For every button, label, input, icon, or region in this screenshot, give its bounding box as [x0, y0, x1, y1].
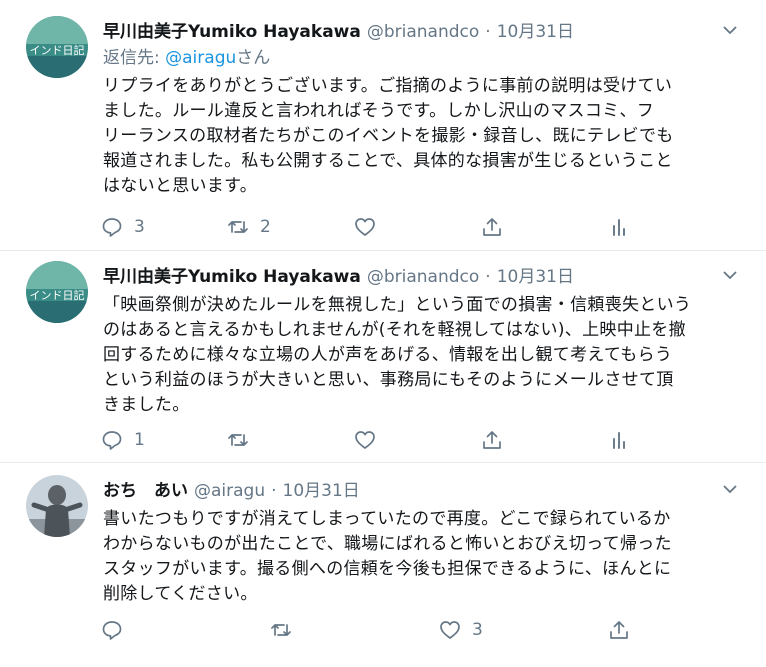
reply-count: 3: [134, 217, 145, 237]
tweet-text-line: 書いたつもりですが消えてしまっていたので再度。どこで録られているか: [103, 509, 671, 529]
svg-text:インド日記: インド日記: [30, 43, 85, 57]
tweet-actions: 1: [0, 429, 766, 451]
tweet-header: おち あい @airagu · 10月31日: [103, 479, 738, 503]
reply-button[interactable]: 1: [101, 429, 145, 451]
tweet-text-line: 報道されました。私も公開することで、具体的な損害が生じるということ: [103, 151, 673, 171]
tweet-text-line: という利益のほうが大きいと思い、事務局にもそのようにメールさせて頂: [103, 370, 674, 390]
like-button[interactable]: [354, 429, 387, 451]
tweet[interactable]: インド日記 早川由美子Yumiko Hayakawa @brianandco ·…: [0, 0, 766, 251]
author-name[interactable]: おち あい: [103, 479, 188, 503]
author-handle[interactable]: @airagu: [194, 479, 265, 503]
reply-to-link[interactable]: @airagu: [165, 48, 236, 68]
retweet-icon: [271, 624, 291, 636]
avatar[interactable]: [26, 475, 88, 537]
author-handle[interactable]: @brianandco: [367, 265, 479, 289]
retweet-count: 2: [260, 217, 271, 237]
retweet-icon: [228, 221, 248, 233]
tweet-header: 早川由美子Yumiko Hayakawa @brianandco · 10月31…: [103, 265, 738, 289]
tweet-text-line: スタッフがいます。撮る側への信頼を今後も担保できるように、ほんとに: [103, 559, 672, 579]
retweet-button[interactable]: 2: [227, 216, 271, 238]
analytics-button[interactable]: [608, 216, 630, 238]
reply-count: 1: [134, 430, 145, 450]
heart-icon: [355, 218, 375, 236]
separator-dot: ·: [485, 267, 491, 287]
retweet-button[interactable]: [227, 429, 260, 451]
tweet-actions: 3: [0, 619, 766, 641]
reply-suffix: さん: [236, 48, 271, 68]
separator-dot: ·: [485, 22, 491, 42]
chevron-down-icon[interactable]: [722, 481, 738, 497]
retweet-button[interactable]: [270, 619, 303, 641]
heart-icon: [440, 621, 460, 639]
tweet-text-line: リーランスの取材者たちがこのイベントを撮影・録音し、既にテレビでも: [103, 126, 674, 146]
reply-prefix: 返信先:: [103, 48, 166, 68]
reply-button[interactable]: 3: [101, 216, 145, 238]
reply-button[interactable]: [101, 619, 134, 641]
share-icon: [483, 218, 501, 236]
author-handle[interactable]: @brianandco: [367, 20, 479, 44]
tweet-text-line: リプライをありがとうございます。ご指摘のように事前の説明は受けてい: [103, 76, 673, 96]
analytics-button[interactable]: [608, 429, 630, 451]
tweet[interactable]: インド日記 早川由美子Yumiko Hayakawa @brianandco ·…: [0, 251, 766, 463]
heart-icon: [355, 431, 375, 449]
share-icon: [610, 621, 628, 639]
avatar[interactable]: インド日記: [26, 16, 88, 78]
tweet-text: 「映画祭側が決めたルールを無視した」という面での損害・信頼喪失という のはあると…: [103, 293, 738, 418]
reply-icon: [102, 431, 122, 450]
author-name[interactable]: 早川由美子Yumiko Hayakawa: [103, 20, 361, 44]
svg-text:インド日記: インド日記: [30, 288, 85, 302]
retweet-icon: [228, 434, 248, 446]
like-count: 3: [472, 620, 483, 640]
tweet-date[interactable]: 10月31日: [497, 20, 574, 44]
separator-dot: ·: [271, 481, 277, 501]
tweet-text: 書いたつもりですが消えてしまっていたので再度。どこで録られているか わからないも…: [103, 507, 738, 607]
tweet[interactable]: おち あい @airagu · 10月31日 書いたつもりですが消えてしまってい…: [0, 463, 766, 667]
tweet-text: リプライをありがとうございます。ご指摘のように事前の説明は受けてい ました。ルー…: [103, 74, 738, 199]
tweet-text-line: わからないものが出たことで、職場にばれると怖いとおびえ切って帰った: [103, 534, 672, 554]
tweet-date[interactable]: 10月31日: [497, 265, 574, 289]
like-button[interactable]: [354, 216, 387, 238]
tweet-header: 早川由美子Yumiko Hayakawa @brianandco · 10月31…: [103, 20, 738, 44]
share-icon: [483, 431, 501, 449]
tweet-text-line: はないと思います。: [103, 176, 257, 196]
tweet-date[interactable]: 10月31日: [283, 479, 360, 503]
analytics-icon: [613, 432, 625, 449]
tweet-text-line: のはあると言えるかもしれませんが(それを軽視してはない)、上映中止を撤: [103, 320, 686, 340]
avatar[interactable]: インド日記: [26, 261, 88, 323]
tweet-actions: 3 2: [0, 216, 766, 238]
author-name[interactable]: 早川由美子Yumiko Hayakawa: [103, 265, 361, 289]
chevron-down-icon[interactable]: [722, 267, 738, 283]
tweet-text-line: ました。ルール違反と言われればそうです。しかし沢山のマスコミ、フ: [103, 101, 655, 121]
tweet-text-line: きました。: [103, 395, 190, 415]
like-button[interactable]: 3: [439, 619, 483, 641]
chevron-down-icon[interactable]: [722, 22, 738, 38]
tweet-text-line: 削除してください。: [103, 584, 258, 604]
share-button[interactable]: [481, 429, 503, 451]
reply-to-line: 返信先: @airaguさん: [103, 46, 738, 70]
tweet-text-line: 回するために様々な立場の人が声をあげる、情報を出し観て考えてもらう: [103, 345, 673, 365]
tweet-text-line: 「映画祭側が決めたルールを無視した」という面での損害・信頼喪失という: [103, 295, 692, 315]
share-button[interactable]: [481, 216, 503, 238]
share-button[interactable]: [608, 619, 630, 641]
analytics-icon: [613, 219, 625, 236]
reply-icon: [102, 621, 122, 640]
reply-icon: [102, 218, 122, 237]
